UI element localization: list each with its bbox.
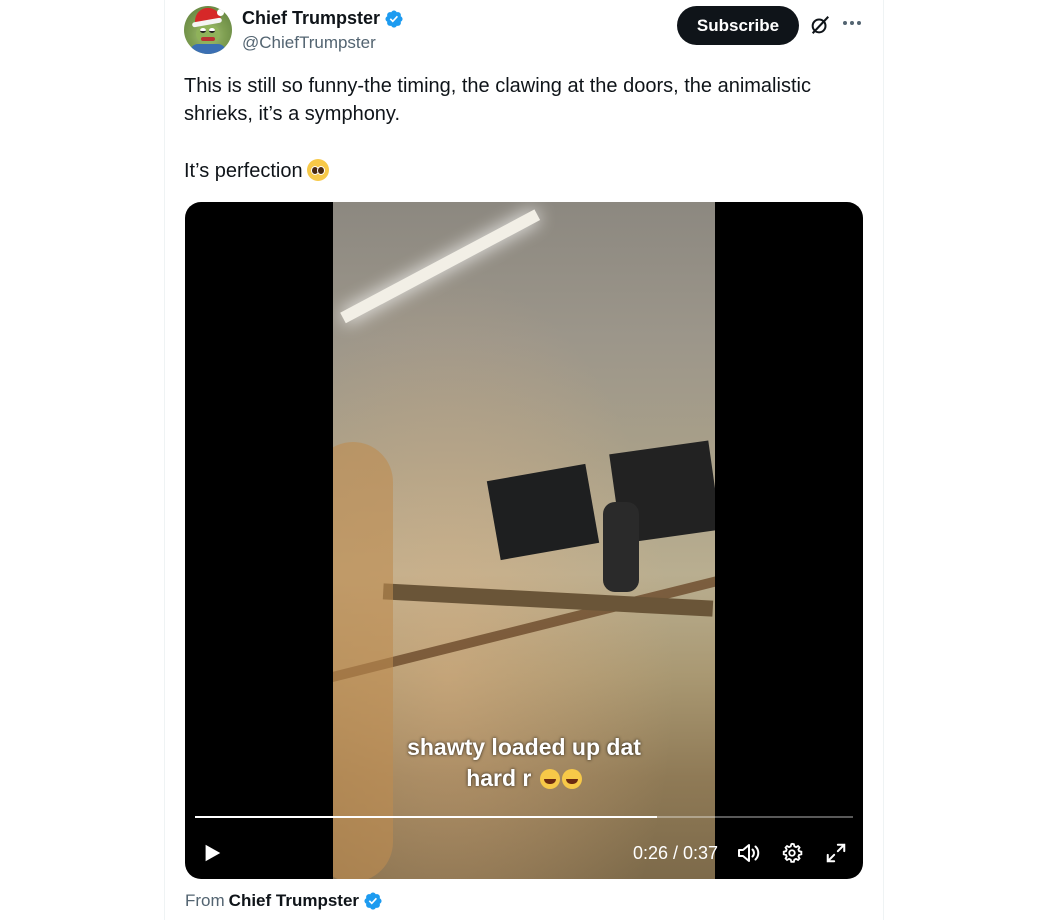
grok-icon[interactable] <box>809 14 831 36</box>
author-handle[interactable]: @ChiefTrumpster <box>242 33 376 53</box>
from-author-name[interactable]: Chief Trumpster <box>229 891 359 911</box>
volume-icon[interactable] <box>737 842 761 864</box>
pleading-face-emoji-icon <box>306 159 329 181</box>
tweet-card: Chief Trumpster @ChiefTrumpster Subscrib… <box>165 0 883 920</box>
more-options-icon[interactable] <box>841 12 863 34</box>
fullscreen-icon[interactable] <box>825 842 847 864</box>
author-avatar[interactable] <box>184 6 232 54</box>
laughing-emoji-icon <box>539 769 560 789</box>
verified-badge-icon <box>364 892 382 910</box>
video-progress-fill <box>195 816 658 818</box>
tweet-text: This is still so funny-the timing, the c… <box>184 72 874 214</box>
video-caption-line-2: hard r <box>466 765 532 791</box>
video-progress-bar[interactable] <box>195 816 853 818</box>
video-caption: shawty loaded up dat hard r <box>333 732 715 794</box>
from-attribution: From Chief Trumpster <box>185 891 383 911</box>
author-name-row[interactable]: Chief Trumpster <box>242 8 404 29</box>
timeline-right-border <box>883 0 884 920</box>
subscribe-button[interactable]: Subscribe <box>677 6 799 45</box>
settings-gear-icon[interactable] <box>781 842 803 864</box>
author-display-name[interactable]: Chief Trumpster <box>242 8 380 29</box>
video-player[interactable]: shawty loaded up dat hard r 0:26 / 0:37 <box>185 202 863 879</box>
laughing-emoji-icon <box>561 769 582 789</box>
from-label: From <box>185 891 225 910</box>
verified-badge-icon <box>385 9 403 28</box>
tweet-paragraph-2: It’s perfection <box>184 157 874 185</box>
tweet-paragraph-1: This is still so funny-the timing, the c… <box>184 75 811 125</box>
play-icon[interactable] <box>201 842 223 864</box>
video-timecode: 0:26 / 0:37 <box>633 843 719 863</box>
video-caption-line-1: shawty loaded up dat <box>407 734 641 760</box>
